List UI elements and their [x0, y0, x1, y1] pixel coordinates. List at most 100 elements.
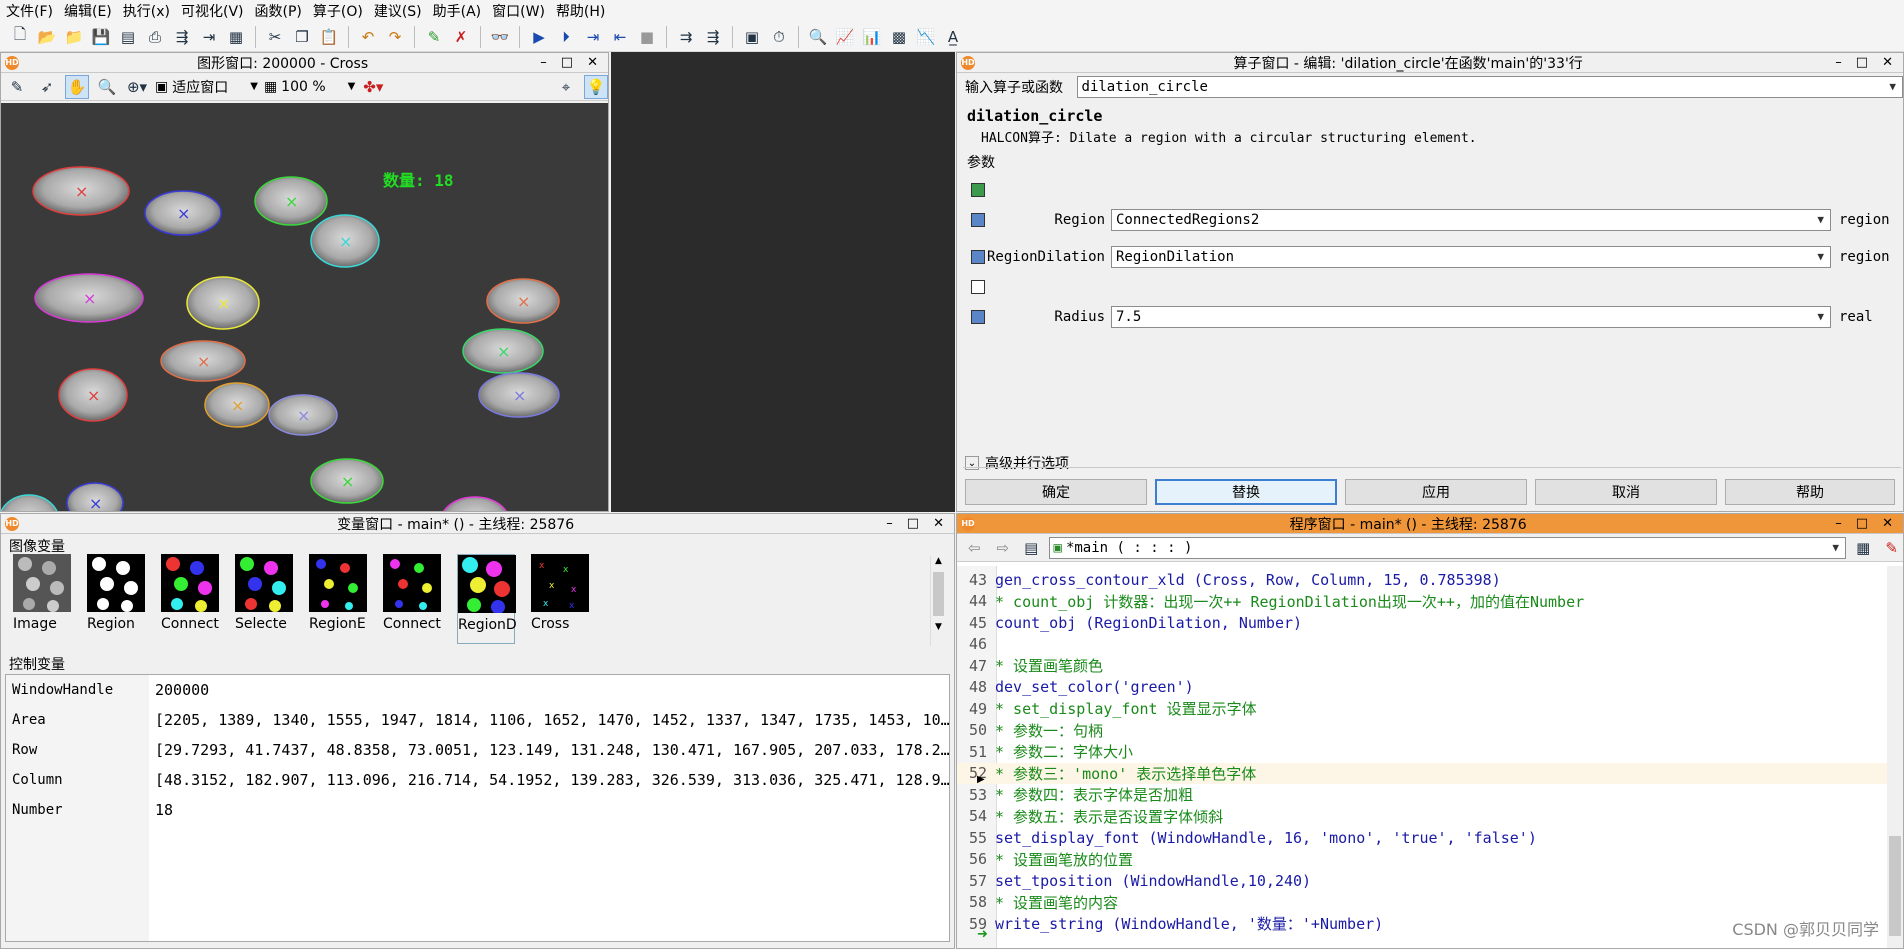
- open-icon[interactable]: 📂: [35, 25, 59, 49]
- table-row[interactable]: WindowHandle 200000: [6, 675, 949, 705]
- save-icon[interactable]: 💾: [89, 25, 113, 49]
- iconic-var-region-erosion[interactable]: RegionE: [309, 554, 367, 644]
- table-row[interactable]: Number 18: [6, 795, 949, 825]
- back-icon[interactable]: ⇦: [963, 536, 986, 560]
- line-profile-icon[interactable]: 📊: [860, 25, 884, 49]
- light-bulb-icon[interactable]: 💡: [584, 74, 608, 99]
- step-into-icon[interactable]: ⇤: [608, 25, 632, 49]
- histogram-icon[interactable]: 📈: [833, 25, 857, 49]
- minimize-icon[interactable]: –: [1835, 516, 1842, 531]
- undo-icon[interactable]: ↶: [356, 25, 380, 49]
- iconic-var-region-dilation[interactable]: RegionD: [457, 554, 516, 644]
- pointer-icon[interactable]: ➶: [35, 75, 59, 99]
- crosshair-settings-icon[interactable]: ⌖: [554, 75, 578, 99]
- code-line[interactable]: 58 * 设置画笔的内容: [957, 892, 1887, 914]
- code-line[interactable]: 49 * set_display_font 设置显示字体: [957, 698, 1887, 720]
- close-icon[interactable]: ✕: [933, 516, 944, 531]
- scroll-thumb[interactable]: [1889, 836, 1901, 936]
- procedure-icon[interactable]: ▤: [1020, 536, 1043, 560]
- code-line[interactable]: 47 * 设置画笔颜色: [957, 655, 1887, 677]
- minimize-icon[interactable]: –: [886, 516, 893, 531]
- menu-edit[interactable]: 编辑(E): [62, 1, 121, 21]
- zoom-select[interactable]: ▦ 100 % ▼: [264, 79, 355, 95]
- help-button[interactable]: 帮助: [1725, 479, 1895, 505]
- hand-icon[interactable]: ✋: [65, 74, 89, 99]
- variable-window-titlebar[interactable]: HD 变量窗口 - main* () - 主线程: 25876 – □ ✕: [1, 514, 954, 534]
- window-layout-icon[interactable]: ▦: [1852, 536, 1875, 560]
- iconic-var-connected-2[interactable]: Connect: [383, 554, 441, 644]
- redo-icon[interactable]: ↷: [383, 25, 407, 49]
- maximize-icon[interactable]: □: [1856, 55, 1868, 70]
- menu-assistants[interactable]: 助手(A): [431, 1, 491, 21]
- new-file-icon[interactable]: 🗋: [8, 25, 32, 49]
- run-to-cursor-icon[interactable]: ⏵: [554, 25, 578, 49]
- windows-layout-icon[interactable]: ▣: [740, 25, 764, 49]
- deactivate-icon[interactable]: ✗: [449, 25, 473, 49]
- program-icon[interactable]: ⇶: [170, 25, 194, 49]
- reset-all-icon[interactable]: ⇶: [701, 25, 725, 49]
- watch-icon[interactable]: 👓: [488, 25, 512, 49]
- iconic-var-cross[interactable]: xxxxxx Cross: [531, 554, 589, 644]
- image-canvas[interactable]: ×××××××××××××××××× 数量: 18: [1, 103, 609, 512]
- minimize-icon[interactable]: –: [1835, 55, 1842, 70]
- code-line[interactable]: 51 * 参数二：字体大小: [957, 741, 1887, 763]
- menu-procedures[interactable]: 函数(P): [253, 1, 311, 21]
- step-over-icon[interactable]: ⇥: [581, 25, 605, 49]
- stop-icon[interactable]: ■: [635, 25, 659, 49]
- menu-visualization[interactable]: 可视化(V): [179, 1, 253, 21]
- forward-icon[interactable]: ⇨: [992, 536, 1015, 560]
- regiondilation-param-select[interactable]: RegionDilation ▼: [1111, 246, 1831, 268]
- close-icon[interactable]: ✕: [1882, 55, 1893, 70]
- menu-help[interactable]: 帮助(H): [554, 1, 614, 21]
- region-param-select[interactable]: ConnectedRegions2 ▼: [1111, 209, 1831, 231]
- menu-execute[interactable]: 执行(x): [121, 1, 179, 21]
- activate-icon[interactable]: ✎: [422, 25, 446, 49]
- advanced-options[interactable]: ⌄ 高级并行选项: [965, 453, 1069, 473]
- menu-window[interactable]: 窗口(W): [490, 1, 554, 21]
- scroll-thumb[interactable]: [933, 572, 944, 616]
- menu-operators[interactable]: 算子(O): [311, 1, 372, 21]
- scroll-down-icon[interactable]: ▼: [931, 622, 946, 632]
- cancel-button[interactable]: 取消: [1535, 479, 1717, 505]
- timer-icon[interactable]: ⏱: [767, 25, 791, 49]
- table-row[interactable]: Area [2205, 1389, 1340, 1555, 1947, 1814…: [6, 705, 949, 735]
- open-example-icon[interactable]: 📁: [62, 25, 86, 49]
- iconic-var-selected[interactable]: Selecte: [235, 554, 293, 644]
- close-icon[interactable]: ✕: [1882, 516, 1893, 531]
- table-row[interactable]: Row [29.7293, 41.7437, 48.8358, 73.0051,…: [6, 735, 949, 765]
- scroll-up-icon[interactable]: ▲: [931, 556, 946, 566]
- magnify-icon[interactable]: 🔍: [95, 75, 119, 99]
- program-window-titlebar[interactable]: HD 程序窗口 - main* () - 主线程: 25876 – □ ✕: [957, 514, 1903, 534]
- cut-icon[interactable]: ✂: [263, 25, 287, 49]
- code-line[interactable]: 57 set_tposition (WindowHandle,10,240): [957, 870, 1887, 892]
- graphics-window-titlebar[interactable]: HD 图形窗口: 200000 - Cross – □ ✕: [1, 53, 608, 73]
- gray-value-icon[interactable]: ▩: [887, 25, 911, 49]
- code-line[interactable]: 44 * count_obj 计数器：出现一次++ RegionDilation出…: [957, 591, 1887, 613]
- ok-button[interactable]: 确定: [965, 479, 1147, 505]
- code-editor[interactable]: 43 gen_cross_contour_xld (Cross, Row, Col…: [957, 569, 1887, 935]
- edit-tool-icon[interactable]: ✎: [5, 75, 29, 99]
- minimize-icon[interactable]: –: [540, 55, 547, 70]
- export-icon[interactable]: ⇥: [197, 25, 221, 49]
- edit-procedure-icon[interactable]: ✎: [1880, 536, 1903, 560]
- feature-icon[interactable]: 📉: [914, 25, 938, 49]
- code-scrollbar[interactable]: [1887, 566, 1903, 948]
- table-row[interactable]: Column [48.3152, 182.907, 113.096, 216.7…: [6, 765, 949, 795]
- fit-window-select[interactable]: ▣ 适应窗口 ▼: [155, 77, 258, 97]
- iconic-scrollbar[interactable]: ▲ ▼: [930, 556, 946, 646]
- maximize-icon[interactable]: □: [561, 55, 573, 70]
- maximize-icon[interactable]: □: [1856, 516, 1868, 531]
- procedure-select[interactable]: ▣ *main ( : : : ) ▼: [1048, 536, 1846, 559]
- color-palette-icon[interactable]: ✤▾: [361, 75, 385, 99]
- operator-window-titlebar[interactable]: HD 算子窗口 - 编辑: 'dilation_circle'在函数'main'…: [957, 53, 1903, 73]
- operator-input[interactable]: dilation_circle ▼: [1076, 76, 1903, 98]
- menu-file[interactable]: 文件(F): [4, 1, 62, 21]
- iconic-var-image[interactable]: Image: [13, 554, 71, 644]
- apply-button[interactable]: 应用: [1345, 479, 1527, 505]
- reset-icon[interactable]: ⇉: [674, 25, 698, 49]
- zoom-in-icon[interactable]: ⊕▾: [125, 75, 149, 99]
- iconic-var-region[interactable]: Region: [87, 554, 145, 644]
- copy-icon[interactable]: ❐: [290, 25, 314, 49]
- code-line[interactable]: 46: [957, 634, 1887, 656]
- paste-icon[interactable]: 📋: [317, 25, 341, 49]
